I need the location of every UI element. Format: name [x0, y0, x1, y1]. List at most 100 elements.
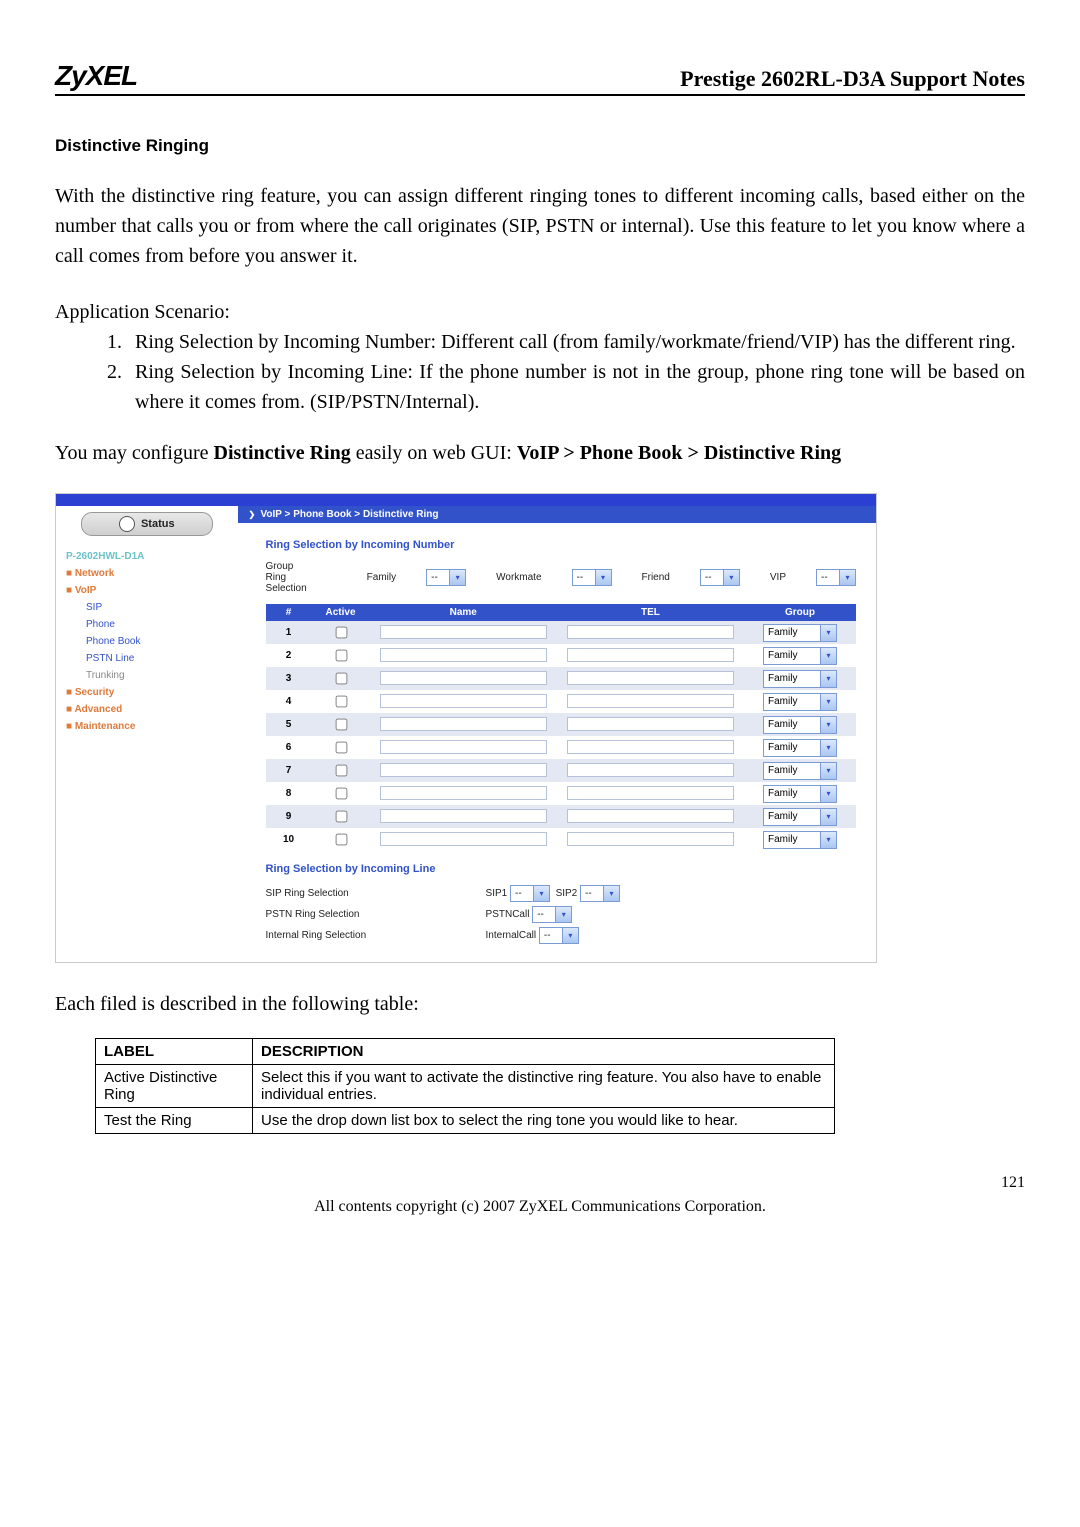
th-tel: TEL: [557, 604, 744, 621]
name-input[interactable]: [380, 763, 547, 777]
active-checkbox[interactable]: [335, 627, 347, 639]
nav-network[interactable]: Network: [66, 565, 228, 582]
name-input[interactable]: [380, 717, 547, 731]
group-select[interactable]: Family▾: [763, 716, 837, 734]
row-active-cell: [312, 644, 370, 667]
tel-input[interactable]: [567, 717, 733, 731]
vip-select[interactable]: --▾: [816, 569, 856, 586]
sip1-select[interactable]: --▾: [510, 885, 550, 902]
row-name-cell: [370, 828, 557, 851]
chevron-down-icon: ▾: [820, 786, 836, 802]
nav-phonebook[interactable]: Phone Book: [66, 633, 228, 650]
group-select[interactable]: Family▾: [763, 670, 837, 688]
name-input[interactable]: [380, 694, 547, 708]
group-select[interactable]: Family▾: [763, 693, 837, 711]
row-group-cell: Family▾: [744, 736, 856, 759]
workmate-label: Workmate: [496, 572, 541, 583]
chevron-down-icon: ▾: [820, 648, 836, 664]
active-checkbox[interactable]: [335, 742, 347, 754]
table-row: 4Family▾: [266, 690, 856, 713]
active-checkbox[interactable]: [335, 696, 347, 708]
name-input[interactable]: [380, 832, 547, 846]
vip-label: VIP: [770, 572, 786, 583]
chevron-down-icon: ▾: [449, 570, 465, 585]
status-label: Status: [141, 518, 175, 530]
row-group-cell: Family▾: [744, 828, 856, 851]
active-checkbox[interactable]: [335, 650, 347, 662]
page-header: ZyXEL Prestige 2602RL-D3A Support Notes: [55, 60, 1025, 96]
active-checkbox[interactable]: [335, 834, 347, 846]
table-row: 1Family▾: [266, 621, 856, 644]
nav-security[interactable]: Security: [66, 684, 228, 701]
group-select[interactable]: Family▾: [763, 831, 837, 849]
workmate-select[interactable]: --▾: [572, 569, 612, 586]
name-input[interactable]: [380, 809, 547, 823]
row-name-cell: [370, 805, 557, 828]
tel-input[interactable]: [567, 648, 733, 662]
tel-input[interactable]: [567, 809, 733, 823]
crumb-phonebook[interactable]: Phone Book: [293, 509, 351, 520]
tel-input[interactable]: [567, 832, 733, 846]
tel-input[interactable]: [567, 671, 733, 685]
name-input[interactable]: [380, 648, 547, 662]
active-checkbox[interactable]: [335, 788, 347, 800]
post-shot-text: Each filed is described in the following…: [55, 993, 1025, 1016]
config-instruction: You may configure Distinctive Ring easil…: [55, 442, 1025, 465]
family-select[interactable]: --▾: [426, 569, 466, 586]
nav-voip[interactable]: VoIP: [66, 582, 228, 599]
chevron-down-icon: ▾: [820, 740, 836, 756]
group-select[interactable]: Family▾: [763, 785, 837, 803]
tel-input[interactable]: [567, 694, 733, 708]
name-input[interactable]: [380, 625, 547, 639]
chevron-down-icon: ▾: [533, 886, 549, 901]
active-checkbox[interactable]: [335, 719, 347, 731]
friend-select[interactable]: --▾: [700, 569, 740, 586]
active-checkbox[interactable]: [335, 673, 347, 685]
row-active-cell: [312, 713, 370, 736]
tel-input[interactable]: [567, 625, 733, 639]
crumb-voip[interactable]: VoIP: [260, 509, 281, 520]
sip2-select[interactable]: --▾: [580, 885, 620, 902]
row-tel-cell: [557, 782, 744, 805]
scenario-list: Ring Selection by Incoming Number: Diffe…: [55, 327, 1025, 417]
row-group-cell: Family▾: [744, 759, 856, 782]
chevron-down-icon: ▾: [723, 570, 739, 585]
nav-phone[interactable]: Phone: [66, 616, 228, 633]
name-input[interactable]: [380, 740, 547, 754]
tel-input[interactable]: [567, 763, 733, 777]
group-select[interactable]: Family▾: [763, 624, 837, 642]
nav-pstn[interactable]: PSTN Line: [66, 650, 228, 667]
internal-select[interactable]: --▾: [539, 927, 579, 944]
desc-r2-desc: Use the drop down list box to select the…: [253, 1108, 835, 1134]
header-title: Prestige 2602RL-D3A Support Notes: [680, 66, 1025, 92]
nav-maintenance[interactable]: Maintenance: [66, 718, 228, 735]
tel-input[interactable]: [567, 786, 733, 800]
pstn-select[interactable]: --▾: [532, 906, 572, 923]
breadcrumb: VoIP > Phone Book > Distinctive Ring: [238, 506, 876, 523]
nav-tree: P-2602HWL-D1A Network VoIP SIP Phone Pho…: [56, 546, 238, 745]
row-name-cell: [370, 782, 557, 805]
tel-input[interactable]: [567, 740, 733, 754]
th-group: Group: [744, 604, 856, 621]
family-label: Family: [367, 572, 396, 583]
name-input[interactable]: [380, 786, 547, 800]
group-select[interactable]: Family▾: [763, 762, 837, 780]
active-checkbox[interactable]: [335, 811, 347, 823]
row-active-cell: [312, 736, 370, 759]
row-group-cell: Family▾: [744, 667, 856, 690]
group-select[interactable]: Family▾: [763, 647, 837, 665]
chevron-down-icon: ▾: [820, 694, 836, 710]
name-input[interactable]: [380, 671, 547, 685]
group-select[interactable]: Family▾: [763, 808, 837, 826]
group-select[interactable]: Family▾: [763, 739, 837, 757]
th-active: Active: [312, 604, 370, 621]
chevron-down-icon: ▾: [603, 886, 619, 901]
nav-advanced[interactable]: Advanced: [66, 701, 228, 718]
table-row: 3Family▾: [266, 667, 856, 690]
row-index: 9: [266, 805, 312, 828]
status-button[interactable]: Status: [81, 512, 213, 536]
table-row: 2Family▾: [266, 644, 856, 667]
active-checkbox[interactable]: [335, 765, 347, 777]
nav-sip[interactable]: SIP: [66, 599, 228, 616]
nav-trunking[interactable]: Trunking: [66, 667, 228, 684]
